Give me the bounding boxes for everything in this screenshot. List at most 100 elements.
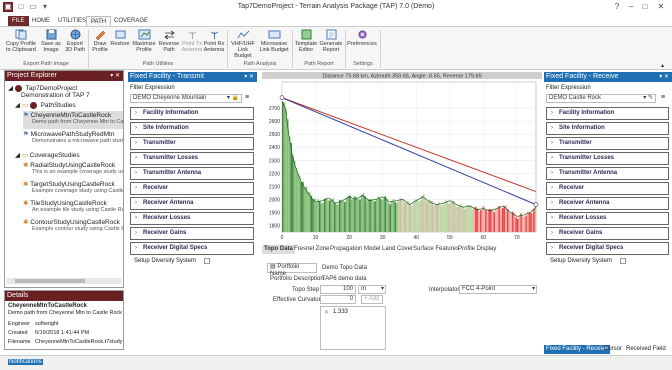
menu-icon[interactable]: ≡ (245, 94, 249, 101)
generate-report-button[interactable]: Generate Report (319, 29, 343, 53)
expand-icon[interactable]: ◢ (8, 85, 13, 92)
point-tx-antenna-button[interactable]: Point Tx Antenna (181, 29, 203, 53)
tab-fresnel-zone[interactable]: Fresnel Zone (292, 245, 331, 254)
receive-facility-select[interactable]: DEMO Castle Rock ▾ ✎ (546, 94, 656, 103)
help-icon[interactable]: ? (610, 1, 624, 13)
point-rx-antenna-button[interactable]: Point Rx Antenna (203, 29, 225, 53)
engineer-label: Engineer (8, 321, 31, 327)
remove-icon[interactable]: ✕ (324, 309, 329, 316)
maximize-button[interactable]: □ (638, 1, 652, 13)
dropdown-icon[interactable]: ▾ (381, 286, 384, 293)
terrain-bar (335, 204, 338, 232)
section-site-info[interactable]: › Site Information (546, 122, 669, 135)
microwave-link-budget-button[interactable]: Microwave Link Budget (259, 29, 289, 53)
tab-surface-features[interactable]: Surface Features (411, 245, 461, 254)
horizontal-scrollbar[interactable] (7, 278, 121, 284)
section-facility-info[interactable]: › Facility Information (130, 107, 254, 120)
expand-icon[interactable]: ◢ (15, 152, 20, 159)
tree-path-studies[interactable]: ◢ ▭ PathStudies (15, 101, 76, 109)
vhf-uhf-link-budget-button[interactable]: VHF/UHF Link Budget (229, 29, 257, 59)
section-receiver-losses[interactable]: › Receiver Losses (546, 212, 669, 225)
section-receiver-antenna[interactable]: › Receiver Antenna (546, 197, 669, 210)
section-receiver-digital-specs[interactable]: › Receiver Digital Specs (130, 242, 254, 255)
pin-icon[interactable]: ▾ ✕ (659, 72, 669, 82)
menu-icon[interactable]: ≡ (661, 94, 665, 101)
restore-button[interactable]: Restore (110, 29, 130, 47)
tab-home[interactable]: HOME (28, 16, 54, 26)
copy-profile-button[interactable]: Copy Profile to Clipboard (4, 29, 38, 53)
section-receiver-gains[interactable]: › Receiver Gains (546, 227, 669, 240)
created-value: 6/19/2018 1:41:44 PM (35, 330, 90, 336)
terrain-bar (416, 198, 418, 232)
rx-site-marker[interactable] (533, 202, 539, 207)
portfolio-name-button[interactable]: ▤ Portfolio Name (267, 263, 317, 277)
section-transmitter-losses[interactable]: › Transmitter Losses (130, 152, 254, 165)
section-transmitter-antenna[interactable]: › Transmitter Antenna (130, 167, 254, 180)
tree-coverage-studies[interactable]: ◢ ▭ CoverageStudies (15, 151, 80, 159)
tab-file[interactable]: FILE (8, 16, 29, 26)
section-receiver-antenna[interactable]: › Receiver Antenna (130, 197, 254, 210)
tab-received-field[interactable]: Received Field (626, 345, 666, 354)
reverse-path-button[interactable]: Reverse Path (158, 29, 180, 53)
tab-profile-display[interactable]: Profile Display (456, 245, 498, 254)
tab-utilities[interactable]: UTILITIES (54, 16, 90, 26)
tree-path-item-selected[interactable]: ⚑ CheyenneMtnToCastleRock Demo path from… (23, 111, 123, 129)
pin-icon[interactable]: ▾ ✕ (244, 72, 254, 82)
tab-coverage[interactable]: COVERAGE (110, 16, 152, 26)
section-receiver-digital-specs[interactable]: › Receiver Digital Specs (546, 242, 669, 255)
section-transmitter-losses[interactable]: › Transmitter Losses (546, 152, 669, 165)
preferences-button[interactable]: Preferences (347, 29, 377, 47)
dropdown-icon[interactable]: ▾ (532, 286, 535, 293)
tab-propagation-model[interactable]: Propagation Model (328, 245, 382, 254)
tab-land-cover[interactable]: Land Cover (380, 245, 415, 254)
section-site-info[interactable]: › Site Information (130, 122, 254, 135)
dropdown-icon[interactable]: ▾ 🔒 (227, 95, 239, 102)
terrain-bar (288, 136, 291, 232)
curvature-list[interactable]: ✕ 1.333 (320, 306, 386, 350)
expand-icon[interactable]: ◢ (15, 102, 20, 109)
section-receiver-losses[interactable]: › Receiver Losses (130, 212, 254, 225)
topo-step-input[interactable]: 100 (320, 285, 356, 294)
transmit-facility-select[interactable]: DEMO Cheyenne Mountain ▾ 🔒 (130, 94, 242, 103)
topo-unit-select[interactable]: m ▾ (358, 285, 386, 294)
tree-project[interactable]: ◢ Tap7DemoProject (8, 84, 77, 92)
curvature-input[interactable]: 0 (320, 295, 356, 304)
export-3d-path-button[interactable]: Export 3D Path (64, 29, 86, 53)
tab-fixed-facility-receive[interactable]: Fixed Facility - Receive (544, 345, 611, 354)
tree-coverage-item[interactable]: ✱ RadialStudyUsingCastleRock This is an … (23, 161, 123, 175)
minimize-button[interactable]: – (624, 1, 638, 13)
section-receiver[interactable]: › Receiver (546, 182, 669, 195)
tree-coverage-item[interactable]: ✱ ContourStudyUsingCastleRock Example co… (23, 218, 123, 232)
tree-path-item[interactable]: ⚑ MicrowavePathStudyRedMtn Demonstrates … (23, 130, 123, 144)
template-editor-button[interactable]: Template Editor (294, 29, 318, 53)
tab-path[interactable]: PATH (86, 16, 112, 26)
interpolator-select[interactable]: FCC 4-Point ▾ (459, 285, 537, 294)
section-transmitter[interactable]: › Transmitter (546, 137, 669, 150)
section-receiver-gains[interactable]: › Receiver Gains (130, 227, 254, 240)
close-button[interactable]: ✕ (654, 1, 668, 13)
draw-profile-button[interactable]: Draw Profile (90, 29, 110, 53)
scrollbar-thumb[interactable] (15, 279, 85, 283)
section-receiver[interactable]: › Receiver (130, 182, 254, 195)
terrain-bar (339, 199, 341, 232)
section-transmitter-antenna[interactable]: › Transmitter Antenna (546, 167, 669, 180)
section-facility-info[interactable]: › Facility Information (546, 107, 669, 120)
curvature-list-item[interactable]: 1.333 (333, 309, 348, 315)
save-image-button[interactable]: Save as Image (40, 29, 62, 53)
tree-coverage-item[interactable]: ✱ TileStudyUsingCastleRock An example ti… (23, 199, 123, 213)
notifications-link[interactable]: Notifications (8, 359, 43, 365)
dropdown-icon[interactable]: ▾ ✎ (643, 95, 653, 102)
setup-diversity-checkbox[interactable] (204, 258, 210, 264)
profile-chart-svg[interactable]: Distance 75.68 km, Azimuth 359.65, Angle… (262, 72, 542, 242)
tree-coverage-item[interactable]: ✱ TargetStudyUsingCastleRock Example cov… (23, 180, 123, 194)
add-curvature-button[interactable]: + Add (361, 295, 383, 304)
pin-icon[interactable]: ▾ ✕ (110, 71, 120, 81)
tx-site-marker[interactable] (279, 95, 285, 100)
path-profile-chart[interactable]: Distance 75.68 km, Azimuth 359.65, Angle… (262, 72, 542, 242)
setup-diversity-checkbox[interactable] (620, 258, 626, 264)
maximize-profile-button[interactable]: Maximize Profile (131, 29, 157, 53)
tab-cursor[interactable]: Cursor (604, 345, 622, 354)
tab-topo-data[interactable]: Topo Data (262, 245, 295, 254)
section-transmitter[interactable]: › Transmitter (130, 137, 254, 150)
collapse-ribbon-icon[interactable]: ▴ (661, 62, 664, 69)
